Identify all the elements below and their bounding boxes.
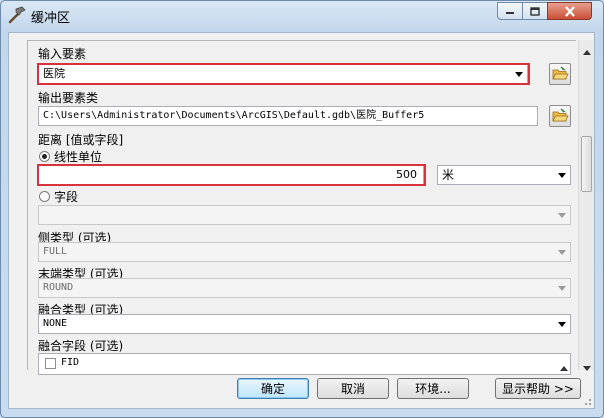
distance-label: 距离 [值或字段] (38, 133, 124, 147)
side-type-value: FULL (43, 246, 68, 257)
unit-value: 米 (442, 168, 455, 182)
cancel-button[interactable]: 取消 (317, 378, 389, 399)
chevron-down-icon (554, 243, 570, 261)
maximize-button[interactable] (522, 2, 548, 20)
scroll-up-icon[interactable] (560, 360, 568, 374)
dissolve-type-dropdown[interactable]: NONE (38, 314, 571, 334)
unit-dropdown[interactable]: 米 (437, 165, 571, 185)
minimize-button[interactable] (497, 2, 523, 20)
resize-grip-icon[interactable] (582, 396, 592, 406)
list-item-checkbox[interactable] (45, 358, 56, 369)
folder-open-icon (552, 108, 569, 122)
environments-button[interactable]: 环境... (397, 378, 469, 399)
field-radio-label: 字段 (54, 190, 79, 204)
linear-unit-label: 线性单位 (54, 150, 103, 164)
linear-unit-radio[interactable] (39, 151, 50, 162)
chevron-down-icon (554, 166, 570, 184)
scroll-down-icon[interactable] (583, 360, 591, 374)
browse-output-button[interactable] (549, 105, 571, 127)
window-title: 缓冲区 (31, 11, 71, 26)
distance-field-dropdown[interactable] (38, 205, 571, 225)
close-button[interactable] (547, 2, 592, 20)
end-type-dropdown[interactable]: ROUND (38, 278, 571, 298)
scroll-up-icon[interactable] (583, 44, 591, 58)
side-type-dropdown[interactable]: FULL (38, 242, 571, 262)
list-item: FID (61, 357, 80, 368)
input-features-label: 输入要素 (38, 47, 87, 61)
maximize-icon (530, 6, 540, 16)
distance-highlight (37, 164, 426, 186)
dissolve-field-label: 融合字段 (可选) (38, 339, 124, 353)
input-features-highlight (37, 63, 530, 85)
folder-open-icon (552, 66, 569, 80)
field-radio[interactable] (39, 191, 50, 202)
end-type-value: ROUND (43, 282, 74, 293)
ok-button[interactable]: 确定 (237, 378, 309, 399)
dialog-client-area: 输入要素 医院 输出要素类 C:\Users\Administrator\Doc… (8, 32, 595, 409)
output-features-input[interactable]: C:\Users\Administrator\Documents\ArcGIS\… (38, 106, 538, 126)
show-help-button[interactable]: 显示帮助 >> (495, 378, 581, 399)
output-features-label: 输出要素类 (38, 91, 99, 105)
minimize-icon (506, 12, 514, 14)
chevron-down-icon (554, 279, 570, 297)
hammer-icon (8, 6, 26, 24)
buffer-tool-window: 缓冲区 输入要素 医院 输出要素类 C:\Users\Administrator… (0, 0, 604, 418)
title-bar[interactable]: 缓冲区 (1, 1, 603, 31)
panel-scrollbar[interactable] (578, 40, 594, 371)
scrollbar-thumb[interactable] (581, 136, 592, 192)
dissolve-type-value: NONE (43, 318, 68, 329)
chevron-down-icon (554, 315, 570, 333)
browse-input-button[interactable] (549, 63, 571, 85)
close-icon (564, 5, 575, 17)
parameters-panel: 输入要素 医院 输出要素类 C:\Users\Administrator\Doc… (27, 40, 576, 375)
chevron-down-icon (554, 206, 570, 224)
dissolve-field-list[interactable]: FID (38, 353, 571, 375)
